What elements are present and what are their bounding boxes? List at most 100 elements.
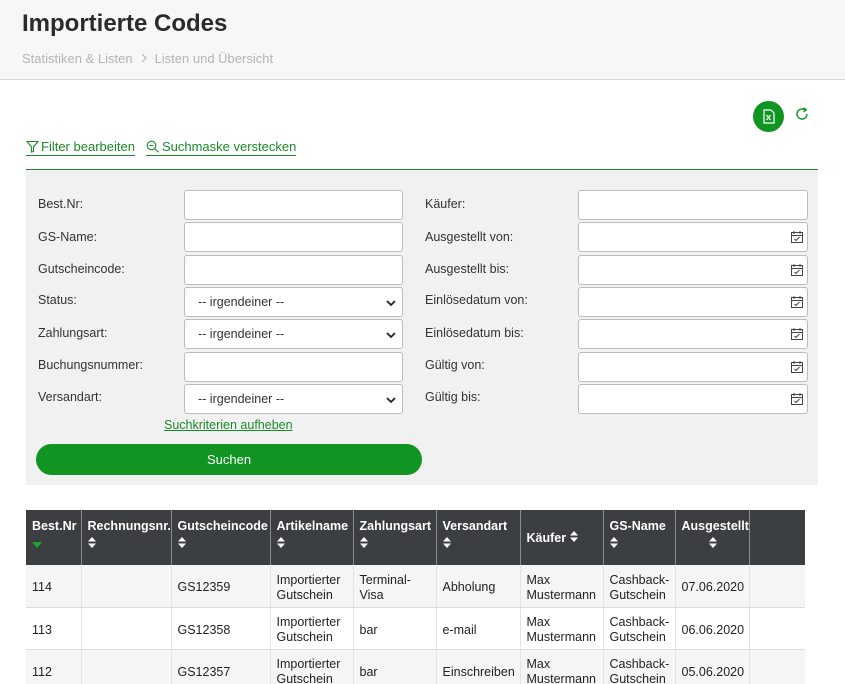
cell-artikel: Importierter Gutschein	[270, 607, 354, 650]
buchungsnummer-label: Buchungsnummer:	[38, 358, 143, 372]
cell-rechnungsnr	[81, 649, 172, 684]
calendar-icon[interactable]	[790, 327, 804, 341]
gutscheincode-label: Gutscheincode:	[38, 262, 125, 276]
cell-kaeufer: Max Mustermann	[520, 565, 604, 608]
chevron-down-icon	[386, 397, 396, 404]
hide-search-label: Suchmaske verstecken	[161, 139, 297, 154]
zoom-out-icon	[146, 140, 159, 153]
column-header-kaeufer[interactable]: Käufer	[520, 510, 604, 565]
column-header-rechnungsnr[interactable]: Rechnungsnr.	[81, 510, 172, 565]
best-nr-input[interactable]	[184, 190, 403, 220]
calendar-icon[interactable]	[790, 360, 804, 374]
gueltig-bis-label: Gültig bis:	[425, 390, 481, 404]
cell-actions	[749, 649, 805, 684]
cell-zahlung: bar	[353, 649, 437, 684]
gueltig-von-label: Gültig von:	[425, 358, 485, 372]
refresh-icon	[796, 107, 808, 120]
cell-artikel: Importierter Gutschein	[270, 649, 354, 684]
cell-gs-name: Cashback- Gutschein	[603, 565, 676, 608]
cell-gs-name: Cashback- Gutschein	[603, 607, 676, 650]
table-row[interactable]: 114 GS12359 Importierter Gutschein Termin…	[26, 565, 805, 608]
breadcrumb-item-listen: Listen und Übersicht	[154, 51, 274, 66]
table-row[interactable]: 113 GS12358 Importierter Gutschein bar e-…	[26, 607, 805, 650]
cell-best-nr: 114	[26, 565, 82, 608]
search-panel: Best.Nr: GS-Name: Gutscheincode: Status:…	[26, 170, 818, 485]
zahlungsart-select[interactable]: -- irgendeiner --	[184, 319, 403, 349]
filter-icon	[26, 140, 39, 153]
cell-best-nr: 113	[26, 607, 82, 650]
versandart-select-value: -- irgendeiner --	[198, 392, 285, 406]
cell-actions	[749, 607, 805, 650]
column-header-zahlungsart[interactable]: Zahlungsart	[353, 510, 437, 565]
column-header-actions	[749, 510, 805, 565]
cell-rechnungsnr	[81, 607, 172, 650]
gs-name-label: GS-Name:	[38, 230, 98, 244]
cell-code: GS12358	[171, 607, 271, 650]
kaeufer-label: Käufer:	[425, 197, 466, 211]
column-header-artikelname[interactable]: Artikelname	[270, 510, 354, 565]
zahlungsart-select-value: -- irgendeiner --	[198, 327, 285, 341]
sort-icon	[359, 537, 431, 551]
gueltig-bis-date[interactable]	[578, 384, 808, 414]
sort-icon	[276, 537, 348, 551]
gueltig-von-date[interactable]	[578, 352, 808, 382]
filter-links: Filter bearbeiten Suchmaske verstecken	[26, 139, 297, 156]
column-header-versandart[interactable]: Versandart	[436, 510, 521, 565]
sort-icon	[177, 537, 265, 551]
excel-export-icon	[762, 109, 775, 124]
cell-zahlung: Terminal- Visa	[353, 565, 437, 608]
gutscheincode-input[interactable]	[184, 255, 403, 285]
einloesedatum-von-label: Einlösedatum von:	[425, 293, 528, 307]
breadcrumb-separator-icon	[140, 52, 148, 66]
calendar-icon[interactable]	[790, 263, 804, 277]
chevron-down-icon	[386, 300, 396, 307]
refresh-button[interactable]	[792, 104, 812, 124]
cell-kaeufer: Max Mustermann	[520, 649, 604, 684]
chevron-down-icon	[386, 332, 396, 339]
ausgestellt-von-date[interactable]	[578, 222, 808, 252]
ausgestellt-von-label: Ausgestellt von:	[425, 230, 514, 244]
clear-search-link[interactable]: Suchkriterien aufheben	[164, 418, 293, 432]
calendar-icon[interactable]	[790, 392, 804, 406]
ausgestellt-bis-date[interactable]	[578, 255, 808, 285]
column-header-best-nr[interactable]: Best.Nr	[26, 510, 82, 565]
cell-ausgestellt: 07.06.2020	[675, 565, 750, 608]
einloesedatum-bis-label: Einlösedatum bis:	[425, 326, 524, 340]
breadcrumb: Statistiken & Listen Listen und Übersich…	[22, 51, 273, 66]
ausgestellt-bis-label: Ausgestellt bis:	[425, 262, 510, 276]
hide-search-link[interactable]: Suchmaske verstecken	[145, 139, 297, 156]
kaeufer-input[interactable]	[578, 190, 808, 220]
sort-icon	[609, 537, 670, 551]
cell-gs-name: Cashback- Gutschein	[603, 649, 676, 684]
search-button[interactable]: Suchen	[36, 444, 422, 475]
results-table: Best.Nr Rechnungsnr. Gutscheincode Artik…	[26, 510, 805, 684]
page-header: Importierte Codes Statistiken & Listen L…	[0, 0, 845, 80]
cell-ausgestellt: 05.06.2020	[675, 649, 750, 684]
cell-best-nr: 112	[26, 649, 82, 684]
einloesedatum-von-date[interactable]	[578, 287, 808, 317]
calendar-icon[interactable]	[790, 295, 804, 309]
edit-filter-label: Filter bearbeiten	[41, 139, 135, 154]
cell-artikel: Importierter Gutschein	[270, 565, 354, 608]
column-header-gutscheincode[interactable]: Gutscheincode	[171, 510, 271, 565]
buchungsnummer-input[interactable]	[184, 352, 403, 382]
versandart-label: Versandart:	[38, 390, 102, 404]
excel-export-button[interactable]	[753, 101, 784, 132]
cell-versand: Einschreiben	[436, 649, 521, 684]
cell-versand: e-mail	[436, 607, 521, 650]
cell-rechnungsnr	[81, 565, 172, 608]
breadcrumb-item-statistiken[interactable]: Statistiken & Listen	[22, 51, 133, 66]
cell-kaeufer: Max Mustermann	[520, 607, 604, 650]
column-header-ausgestellt[interactable]: Ausgestellt	[675, 510, 750, 565]
table-row[interactable]: 112 GS12357 Importierter Gutschein bar Ei…	[26, 649, 805, 684]
versandart-select[interactable]: -- irgendeiner --	[184, 384, 403, 414]
einloesedatum-bis-date[interactable]	[578, 319, 808, 349]
sort-icon	[87, 537, 166, 551]
cell-code: GS12357	[171, 649, 271, 684]
gs-name-input[interactable]	[184, 222, 403, 252]
edit-filter-link[interactable]: Filter bearbeiten	[26, 139, 135, 156]
column-header-gs-name[interactable]: GS-Name	[603, 510, 676, 565]
status-select[interactable]: -- irgendeiner --	[184, 287, 403, 317]
calendar-icon[interactable]	[790, 230, 804, 244]
cell-versand: Abholung	[436, 565, 521, 608]
